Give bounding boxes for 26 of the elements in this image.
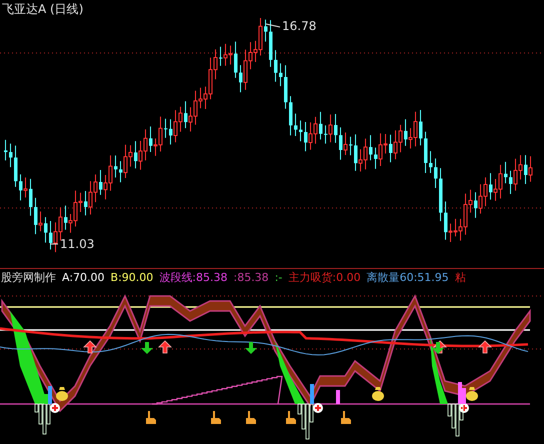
histogram-bar: [336, 390, 340, 404]
indicator-value: 主力吸货:0.00: [288, 270, 361, 285]
high-price-label: 16.78: [282, 19, 316, 33]
indicator-value: 粘: [454, 270, 466, 285]
indicator-value: 波段线:85.38: [159, 270, 228, 285]
up-arrow-icon: [83, 340, 97, 354]
indicator-value: 股旁网制作: [1, 270, 56, 285]
money-bag-icon: [372, 387, 384, 401]
stock-title: 飞亚达A (日线): [2, 0, 84, 18]
falling-band-area: [275, 341, 305, 404]
low-price-label: 11.03: [60, 237, 94, 251]
cross-circle-icon: [50, 403, 60, 413]
indicator-value: :85.38: [233, 271, 269, 284]
indicator-value: :-: [274, 271, 282, 284]
down-arrow-icon: [245, 342, 257, 354]
money-bag-icon: [56, 387, 68, 401]
indicator-value: 离散量60:51.95: [366, 270, 449, 285]
up-arrow-icon: [478, 340, 492, 354]
falling-band-area: [430, 336, 448, 404]
down-arrow-icon: [141, 342, 153, 354]
up-arrow-icon: [158, 340, 172, 354]
down-arrow-icon: [432, 342, 444, 354]
cross-circle-icon: [313, 403, 323, 413]
indicator-value: A:70.00: [62, 271, 105, 284]
money-bag-icon: [466, 387, 478, 401]
indicator-value: B:90.00: [110, 271, 154, 284]
